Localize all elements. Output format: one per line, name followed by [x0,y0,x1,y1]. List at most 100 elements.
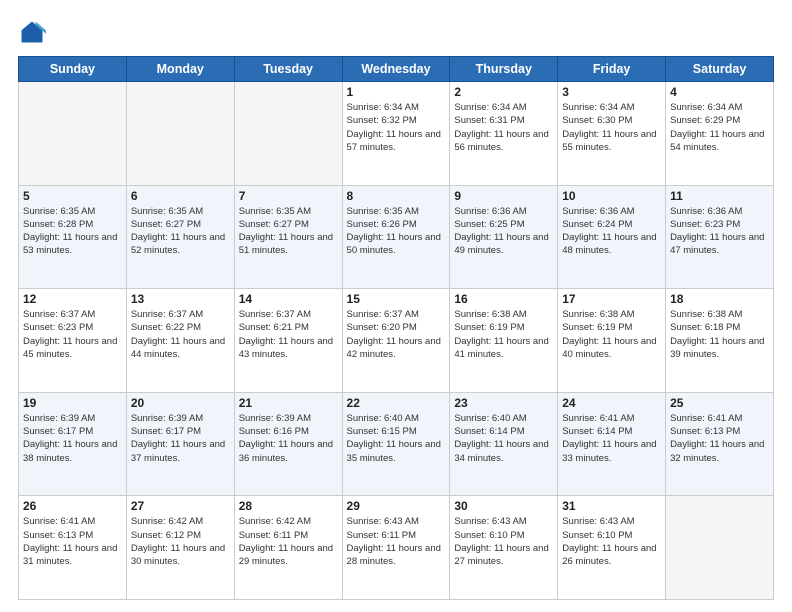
day-number: 21 [239,396,338,410]
day-number: 26 [23,499,122,513]
day-info: Sunrise: 6:40 AM Sunset: 6:15 PM Dayligh… [347,412,446,465]
calendar-cell [234,82,342,186]
day-info: Sunrise: 6:41 AM Sunset: 6:14 PM Dayligh… [562,412,661,465]
day-of-week-header: Tuesday [234,57,342,82]
day-number: 1 [347,85,446,99]
day-info: Sunrise: 6:37 AM Sunset: 6:21 PM Dayligh… [239,308,338,361]
calendar-cell: 26 Sunrise: 6:41 AM Sunset: 6:13 PM Dayli… [19,496,127,600]
day-number: 9 [454,189,553,203]
day-info: Sunrise: 6:34 AM Sunset: 6:29 PM Dayligh… [670,101,769,154]
day-info: Sunrise: 6:39 AM Sunset: 6:16 PM Dayligh… [239,412,338,465]
day-info: Sunrise: 6:43 AM Sunset: 6:10 PM Dayligh… [562,515,661,568]
calendar-cell: 23 Sunrise: 6:40 AM Sunset: 6:14 PM Dayli… [450,392,558,496]
day-number: 30 [454,499,553,513]
calendar-cell: 22Sunrise: 6:40 AM Sunset: 6:15 PM Dayli… [342,392,450,496]
day-number: 13 [131,292,230,306]
calendar-week-row: 12Sunrise: 6:37 AM Sunset: 6:23 PM Dayli… [19,289,774,393]
day-info: Sunrise: 6:41 AM Sunset: 6:13 PM Dayligh… [670,412,769,465]
calendar-cell: 1 Sunrise: 6:34 AM Sunset: 6:32 PM Daylig… [342,82,450,186]
calendar-cell: 6 Sunrise: 6:35 AM Sunset: 6:27 PM Daylig… [126,185,234,289]
day-info: Sunrise: 6:35 AM Sunset: 6:27 PM Dayligh… [131,205,230,258]
day-info: Sunrise: 6:35 AM Sunset: 6:28 PM Dayligh… [23,205,122,258]
calendar-cell: 7 Sunrise: 6:35 AM Sunset: 6:27 PM Daylig… [234,185,342,289]
calendar-cell: 8Sunrise: 6:35 AM Sunset: 6:26 PM Daylig… [342,185,450,289]
day-info: Sunrise: 6:39 AM Sunset: 6:17 PM Dayligh… [23,412,122,465]
day-number: 16 [454,292,553,306]
day-info: Sunrise: 6:43 AM Sunset: 6:11 PM Dayligh… [347,515,446,568]
calendar-table: SundayMondayTuesdayWednesdayThursdayFrid… [18,56,774,600]
day-info: Sunrise: 6:36 AM Sunset: 6:23 PM Dayligh… [670,205,769,258]
day-number: 12 [23,292,122,306]
day-number: 14 [239,292,338,306]
day-number: 3 [562,85,661,99]
calendar-cell: 3 Sunrise: 6:34 AM Sunset: 6:30 PM Daylig… [558,82,666,186]
calendar-cell: 18Sunrise: 6:38 AM Sunset: 6:18 PM Dayli… [666,289,774,393]
calendar-week-row: 19Sunrise: 6:39 AM Sunset: 6:17 PM Dayli… [19,392,774,496]
day-number: 31 [562,499,661,513]
day-info: Sunrise: 6:36 AM Sunset: 6:25 PM Dayligh… [454,205,553,258]
day-info: Sunrise: 6:34 AM Sunset: 6:32 PM Dayligh… [347,101,446,154]
calendar-header-row: SundayMondayTuesdayWednesdayThursdayFrid… [19,57,774,82]
calendar-cell: 31 Sunrise: 6:43 AM Sunset: 6:10 PM Dayli… [558,496,666,600]
day-of-week-header: Sunday [19,57,127,82]
day-of-week-header: Friday [558,57,666,82]
calendar-cell: 27 Sunrise: 6:42 AM Sunset: 6:12 PM Dayli… [126,496,234,600]
day-number: 29 [347,499,446,513]
calendar-cell: 15Sunrise: 6:37 AM Sunset: 6:20 PM Dayli… [342,289,450,393]
calendar-cell: 11 Sunrise: 6:36 AM Sunset: 6:23 PM Dayli… [666,185,774,289]
calendar-cell: 5 Sunrise: 6:35 AM Sunset: 6:28 PM Daylig… [19,185,127,289]
day-info: Sunrise: 6:34 AM Sunset: 6:31 PM Dayligh… [454,101,553,154]
day-of-week-header: Wednesday [342,57,450,82]
calendar-cell: 14 Sunrise: 6:37 AM Sunset: 6:21 PM Dayli… [234,289,342,393]
day-info: Sunrise: 6:38 AM Sunset: 6:19 PM Dayligh… [454,308,553,361]
calendar-week-row: 1 Sunrise: 6:34 AM Sunset: 6:32 PM Daylig… [19,82,774,186]
day-info: Sunrise: 6:43 AM Sunset: 6:10 PM Dayligh… [454,515,553,568]
calendar-cell [666,496,774,600]
day-info: Sunrise: 6:37 AM Sunset: 6:22 PM Dayligh… [131,308,230,361]
calendar-cell: 10Sunrise: 6:36 AM Sunset: 6:24 PM Dayli… [558,185,666,289]
day-of-week-header: Thursday [450,57,558,82]
calendar-cell [126,82,234,186]
day-info: Sunrise: 6:40 AM Sunset: 6:14 PM Dayligh… [454,412,553,465]
calendar-cell: 21 Sunrise: 6:39 AM Sunset: 6:16 PM Dayli… [234,392,342,496]
logo [18,18,50,46]
day-info: Sunrise: 6:35 AM Sunset: 6:26 PM Dayligh… [347,205,446,258]
header [18,18,774,46]
day-info: Sunrise: 6:42 AM Sunset: 6:11 PM Dayligh… [239,515,338,568]
calendar-cell: 20 Sunrise: 6:39 AM Sunset: 6:17 PM Dayli… [126,392,234,496]
logo-icon [18,18,46,46]
calendar-week-row: 5 Sunrise: 6:35 AM Sunset: 6:28 PM Daylig… [19,185,774,289]
day-info: Sunrise: 6:37 AM Sunset: 6:20 PM Dayligh… [347,308,446,361]
day-info: Sunrise: 6:42 AM Sunset: 6:12 PM Dayligh… [131,515,230,568]
day-number: 6 [131,189,230,203]
calendar-cell [19,82,127,186]
calendar-cell: 19Sunrise: 6:39 AM Sunset: 6:17 PM Dayli… [19,392,127,496]
calendar-cell: 30 Sunrise: 6:43 AM Sunset: 6:10 PM Dayli… [450,496,558,600]
calendar-cell: 16 Sunrise: 6:38 AM Sunset: 6:19 PM Dayli… [450,289,558,393]
day-number: 24 [562,396,661,410]
day-number: 7 [239,189,338,203]
day-info: Sunrise: 6:34 AM Sunset: 6:30 PM Dayligh… [562,101,661,154]
day-of-week-header: Saturday [666,57,774,82]
day-of-week-header: Monday [126,57,234,82]
calendar-cell: 9 Sunrise: 6:36 AM Sunset: 6:25 PM Daylig… [450,185,558,289]
calendar-cell: 12Sunrise: 6:37 AM Sunset: 6:23 PM Dayli… [19,289,127,393]
day-number: 4 [670,85,769,99]
day-number: 20 [131,396,230,410]
calendar-cell: 29 Sunrise: 6:43 AM Sunset: 6:11 PM Dayli… [342,496,450,600]
day-number: 5 [23,189,122,203]
day-number: 2 [454,85,553,99]
day-info: Sunrise: 6:39 AM Sunset: 6:17 PM Dayligh… [131,412,230,465]
day-info: Sunrise: 6:36 AM Sunset: 6:24 PM Dayligh… [562,205,661,258]
calendar-week-row: 26 Sunrise: 6:41 AM Sunset: 6:13 PM Dayli… [19,496,774,600]
day-number: 23 [454,396,553,410]
day-info: Sunrise: 6:35 AM Sunset: 6:27 PM Dayligh… [239,205,338,258]
calendar-cell: 28 Sunrise: 6:42 AM Sunset: 6:11 PM Dayli… [234,496,342,600]
day-number: 18 [670,292,769,306]
day-number: 28 [239,499,338,513]
day-number: 11 [670,189,769,203]
day-info: Sunrise: 6:41 AM Sunset: 6:13 PM Dayligh… [23,515,122,568]
day-number: 17 [562,292,661,306]
day-number: 27 [131,499,230,513]
page: SundayMondayTuesdayWednesdayThursdayFrid… [0,0,792,612]
